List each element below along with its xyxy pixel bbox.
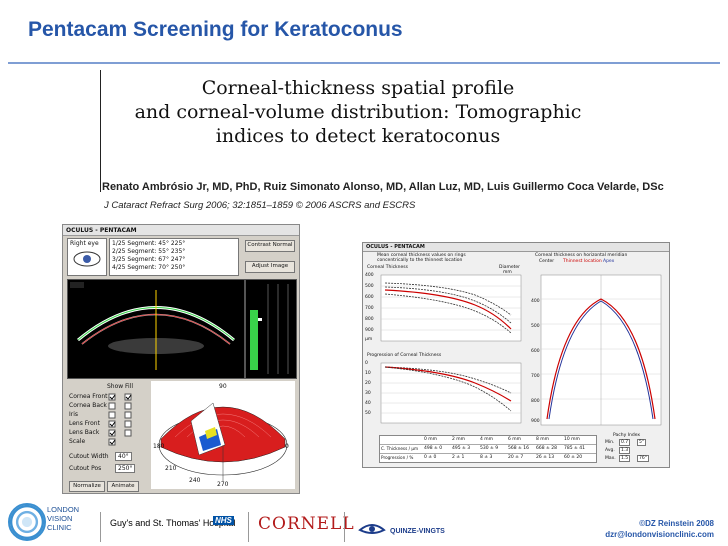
slide-title: Pentacam Screening for Keratoconus bbox=[28, 18, 403, 41]
pentacam-scheimpflug-window: OCULUS - PENTACAM Right eye 1/25 Segment… bbox=[62, 224, 300, 494]
segment-item[interactable]: 3/25 Segment: 67° 247° bbox=[112, 256, 185, 263]
paper-title: Corneal-thickness spatial profile and co… bbox=[98, 76, 618, 148]
london-vision-clinic-logo-icon bbox=[8, 503, 46, 541]
table-row: Progression / % 0 ± 0 2 ± 1 8 ± 3 20 ± 7… bbox=[381, 455, 583, 460]
segment-item[interactable]: 4/25 Segment: 70° 250° bbox=[112, 264, 185, 271]
paper-authors: Renato Ambrósio Jr, MD, PhD, Ruiz Simona… bbox=[102, 181, 664, 193]
cornea-section-graphic bbox=[70, 282, 235, 370]
eye-selector[interactable]: Right eye bbox=[67, 238, 107, 276]
horizontal-caption: Corneal thickness on horizontal meridian bbox=[535, 253, 628, 258]
thickness-table: 0 mm 2 mm 4 mm 6 mm 8 mm 10 mm C. Thickn… bbox=[379, 435, 597, 463]
cornea-3d-graphic bbox=[158, 402, 288, 481]
thickness-profile-chart bbox=[380, 274, 522, 342]
horizontal-meridian-chart bbox=[540, 274, 662, 426]
paper-title-line-1: Corneal-thickness spatial profile bbox=[201, 77, 515, 99]
paper-header: Corneal-thickness spatial profile and co… bbox=[98, 70, 664, 218]
adjust-image-button[interactable]: Adjust Image bbox=[245, 261, 295, 273]
pachy-index-panel: Pachy Index Min. 0.7 5° Avg. 1.3 Max. 1.… bbox=[605, 433, 649, 462]
paper-title-line-3: indices to detect keratoconus bbox=[215, 125, 501, 147]
chart1-label: Corneal Thickness bbox=[367, 265, 408, 270]
window-header: OCULUS - PENTACAM bbox=[363, 243, 669, 252]
pentacam-thickness-window: OCULUS - PENTACAM Mean corneal thickness… bbox=[362, 242, 670, 468]
density-scale-graphic bbox=[250, 284, 289, 374]
footer-separator bbox=[344, 512, 345, 542]
thickness-progression-chart bbox=[380, 362, 522, 424]
contact-email[interactable]: dzr@londonvisionclinic.com bbox=[605, 529, 714, 540]
paper-title-line-2: and corneal-volume distribution: Tomogra… bbox=[134, 101, 582, 123]
densitometry-panel bbox=[245, 279, 297, 379]
copyright-block: ©DZ Reinstein 2008 dzr@londonvisionclini… bbox=[605, 518, 714, 540]
footer-separator bbox=[248, 512, 249, 542]
animate-button[interactable]: Animate bbox=[107, 481, 139, 492]
title-divider bbox=[8, 62, 720, 64]
normalize-button[interactable]: Normalize bbox=[69, 481, 105, 492]
quinze-vingts-logo-icon bbox=[358, 524, 386, 534]
nhs-badge: NHS bbox=[213, 516, 234, 525]
table-row: C. Thickness / µm 498 ± 0 495 ± 3 530 ± … bbox=[380, 445, 596, 454]
london-vision-clinic-wordmark: LONDON VISION CLINIC bbox=[47, 505, 80, 532]
cutout-width-field[interactable]: 40° bbox=[115, 452, 132, 461]
contrast-button[interactable]: Contrast Normal bbox=[245, 240, 295, 252]
cornell-logo: CORNELL bbox=[258, 514, 355, 534]
copyright-text: ©DZ Reinstein 2008 bbox=[639, 519, 714, 528]
cutout-pos-field[interactable]: 250° bbox=[115, 464, 136, 473]
scheimpflug-image bbox=[67, 279, 245, 379]
ring-caption: Mean corneal thickness values on rings c… bbox=[377, 253, 466, 263]
window-header: OCULUS - PENTACAM bbox=[63, 225, 299, 236]
paper-citation: J Cataract Refract Surg 2006; 32:1851–18… bbox=[104, 200, 416, 211]
footer-separator bbox=[100, 512, 101, 542]
segment-list[interactable]: 1/25 Segment: 45° 225° 2/25 Segment: 55°… bbox=[109, 238, 239, 276]
segment-item[interactable]: 1/25 Segment: 45° 225° bbox=[112, 240, 185, 247]
cornea-3d-view: 180 210 240 270 0 90 bbox=[151, 381, 295, 489]
segment-item[interactable]: 2/25 Segment: 55° 235° bbox=[112, 248, 185, 255]
eye-icon bbox=[73, 251, 101, 267]
quinze-vingts-wordmark: QUINZE-VINGTS bbox=[390, 528, 445, 535]
table-header-row: 0 mm 2 mm 4 mm 6 mm 8 mm 10 mm bbox=[380, 436, 596, 445]
display-options-panel: Show Fill Cornea Front Cornea Back Iris … bbox=[67, 381, 147, 489]
option-checkboxes[interactable] bbox=[67, 391, 147, 447]
chart2-label: Progression of Corneal Thickness bbox=[367, 353, 442, 358]
